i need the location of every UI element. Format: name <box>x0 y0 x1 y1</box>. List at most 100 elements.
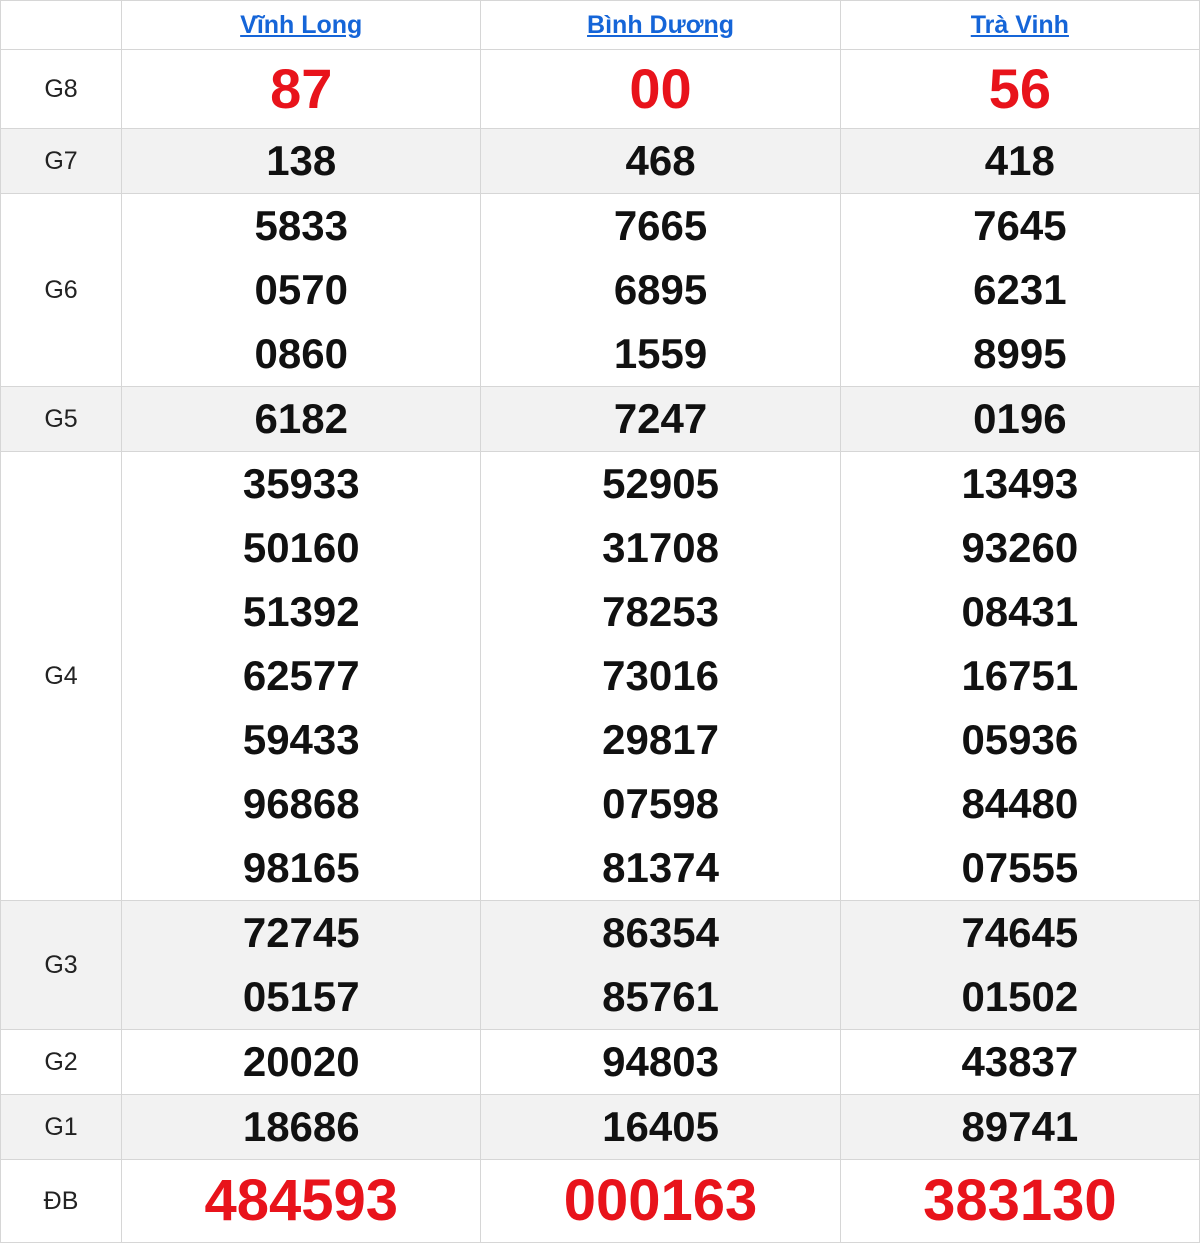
prize-cell: 52905 31708 78253 73016 29817 07598 8137… <box>480 451 841 901</box>
prize-number: 0570 <box>254 266 348 313</box>
province-link-binh-duong[interactable]: Bình Dương <box>587 11 734 39</box>
province-header: Bình Dương <box>480 0 841 50</box>
prize-row-g4: G4 35933 50160 51392 62577 59433 96868 9… <box>0 451 1200 901</box>
prize-number: 05936 <box>961 716 1079 763</box>
prize-label: G8 <box>0 49 123 129</box>
prize-number: 72745 <box>242 909 360 956</box>
prize-row-g1: G1 18686 16405 89741 <box>0 1094 1200 1160</box>
prize-number: 6182 <box>254 395 348 442</box>
prize-number: 98165 <box>242 844 360 891</box>
prize-number: 20020 <box>242 1038 360 1085</box>
prize-number: 05157 <box>242 973 360 1020</box>
prize-number: 7645 <box>973 202 1067 249</box>
prize-number: 07598 <box>602 780 719 827</box>
prize-number: 1559 <box>613 330 708 377</box>
prize-number: 07555 <box>961 844 1079 891</box>
prize-number: 7247 <box>613 395 708 442</box>
prize-number: 73016 <box>602 652 719 699</box>
prize-cell: 18686 <box>121 1094 482 1160</box>
prize-label: G7 <box>0 128 123 194</box>
prize-cell: 94803 <box>480 1029 841 1095</box>
prize-number: 01502 <box>961 973 1079 1020</box>
special-prize-number: 383130 <box>923 1168 1117 1233</box>
prize-number: 74645 <box>961 909 1079 956</box>
prize-label: G6 <box>0 193 123 387</box>
province-header: Trà Vinh <box>839 0 1200 50</box>
prize-number: 78253 <box>602 588 719 635</box>
prize-number: 0196 <box>973 395 1067 442</box>
prize-row-g2: G2 20020 94803 43837 <box>0 1029 1200 1095</box>
prize-cell: 7247 <box>480 386 841 452</box>
prize-number: 31708 <box>602 524 719 571</box>
prize-cell: 56 <box>839 49 1200 129</box>
prize-number: 50160 <box>242 524 360 571</box>
prize-number: 35933 <box>242 460 360 507</box>
prize-number: 468 <box>625 137 696 184</box>
prize-cell: 13493 93260 08431 16751 05936 84480 0755… <box>839 451 1200 901</box>
prize-number: 89741 <box>961 1103 1079 1150</box>
prize-number: 43837 <box>961 1038 1079 1085</box>
special-prize-number: 000163 <box>563 1168 758 1233</box>
province-link-vinh-long[interactable]: Vĩnh Long <box>240 11 362 39</box>
prize-number: 62577 <box>242 652 360 699</box>
prize-cell: 000163 <box>480 1159 841 1243</box>
prize-number: 93260 <box>961 524 1079 571</box>
prize-cell: 00 <box>480 49 841 129</box>
prize-cell: 484593 <box>121 1159 482 1243</box>
prize-number: 6231 <box>973 266 1067 313</box>
prize-cell: 0196 <box>839 386 1200 452</box>
prize-number: 29817 <box>602 716 719 763</box>
prize-cell: 16405 <box>480 1094 841 1160</box>
prize-number: 6895 <box>613 266 708 313</box>
prize-cell: 86354 85761 <box>480 900 841 1030</box>
prize-label: G3 <box>0 900 123 1030</box>
prize-cell: 72745 05157 <box>121 900 482 1030</box>
prize-number: 13493 <box>961 460 1079 507</box>
prize-row-g5: G5 6182 7247 0196 <box>0 386 1200 452</box>
prize-cell: 468 <box>480 128 841 194</box>
prize-label: G4 <box>0 451 123 901</box>
prize-number: 84480 <box>961 780 1079 827</box>
special-prize-number: 484593 <box>204 1168 399 1233</box>
prize-number: 94803 <box>602 1038 719 1085</box>
prize-cell: 89741 <box>839 1094 1200 1160</box>
prize-number: 16751 <box>961 652 1079 699</box>
prize-row-g3: G3 72745 05157 86354 85761 74645 01502 <box>0 900 1200 1030</box>
prize-number: 52905 <box>602 460 719 507</box>
prize-number: 96868 <box>242 780 360 827</box>
prize-cell: 7645 6231 8995 <box>839 193 1200 387</box>
province-header: Vĩnh Long <box>121 0 482 50</box>
header-row: Vĩnh Long Bình Dương Trà Vinh <box>0 0 1200 50</box>
prize-cell: 87 <box>121 49 482 129</box>
prize-row-g7: G7 138 468 418 <box>0 128 1200 194</box>
prize-number: 85761 <box>602 973 719 1020</box>
prize-cell: 7665 6895 1559 <box>480 193 841 387</box>
prize-cell: 35933 50160 51392 62577 59433 96868 9816… <box>121 451 482 901</box>
prize-cell: 5833 0570 0860 <box>121 193 482 387</box>
prize-row-g6: G6 5833 0570 0860 7665 6895 1559 7645 62… <box>0 193 1200 387</box>
prize-label: G5 <box>0 386 123 452</box>
prize-number: 8995 <box>973 330 1067 377</box>
prize-number: 87 <box>270 57 333 120</box>
prize-number: 86354 <box>602 909 719 956</box>
prize-number: 5833 <box>254 202 348 249</box>
prize-cell: 6182 <box>121 386 482 452</box>
lottery-results-table: Vĩnh Long Bình Dương Trà Vinh G8 87 00 5… <box>0 0 1200 1243</box>
prize-row-g8: G8 87 00 56 <box>0 49 1200 129</box>
prize-number: 81374 <box>602 844 719 891</box>
prize-number: 08431 <box>961 588 1079 635</box>
prize-cell: 138 <box>121 128 482 194</box>
prize-number: 51392 <box>242 588 360 635</box>
prize-cell: 20020 <box>121 1029 482 1095</box>
prize-cell: 74645 01502 <box>839 900 1200 1030</box>
prize-label: G1 <box>0 1094 123 1160</box>
province-link-tra-vinh[interactable]: Trà Vinh <box>971 11 1069 39</box>
prize-cell: 43837 <box>839 1029 1200 1095</box>
prize-number: 138 <box>266 137 337 184</box>
prize-number: 0860 <box>254 330 348 377</box>
prize-number: 418 <box>984 137 1055 184</box>
prize-row-special: ĐB 484593 000163 383130 <box>0 1159 1200 1243</box>
prize-number: 16405 <box>602 1103 719 1150</box>
prize-cell: 383130 <box>839 1159 1200 1243</box>
prize-number: 18686 <box>242 1103 360 1150</box>
